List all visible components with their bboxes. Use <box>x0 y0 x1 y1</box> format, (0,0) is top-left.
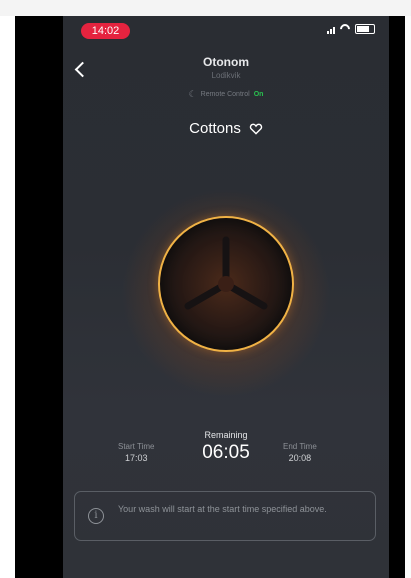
remote-control-status: ☾ Remote Control On <box>63 89 389 100</box>
page-subtitle: Lodikvik <box>211 71 241 80</box>
end-time-block: End Time 20:08 <box>283 442 317 463</box>
program-name: Cottons <box>189 120 241 137</box>
end-time-value: 20:08 <box>288 453 312 463</box>
status-time: 14:02 <box>81 23 130 39</box>
wifi-icon <box>340 24 350 34</box>
start-time-value: 17:03 <box>124 453 148 463</box>
start-notice: i Your wash will start at the start time… <box>74 491 376 541</box>
drum-paddles <box>184 236 268 310</box>
right-edge <box>405 16 411 578</box>
page-title: Otonom <box>203 55 249 69</box>
right-black-band <box>389 16 405 578</box>
drum-visual <box>158 216 294 352</box>
left-black-band <box>15 16 63 578</box>
remaining-label: Remaining <box>204 430 248 440</box>
info-icon: i <box>88 508 104 524</box>
program-row: Cottons <box>63 120 389 137</box>
start-time-block: Start Time 17:03 <box>118 442 154 463</box>
signal-icon <box>327 27 335 34</box>
top-strip <box>0 0 411 16</box>
phone-screen: 14:02 Otonom Lodikvik ☾ Remote Control O… <box>63 16 389 578</box>
status-icons <box>327 24 375 34</box>
remaining-block: Remaining 06:05 <box>181 430 271 464</box>
start-time-label: Start Time <box>118 442 155 451</box>
remote-control-label: Remote Control <box>200 91 250 98</box>
battery-icon <box>355 24 375 34</box>
notice-text: Your wash will start at the start time s… <box>118 504 327 514</box>
remaining-value: 06:05 <box>202 442 250 463</box>
end-time-label: End Time <box>283 442 317 451</box>
remote-icon: ☾ <box>188 89 197 99</box>
remote-control-state: On <box>253 91 264 98</box>
heart-icon[interactable] <box>249 122 263 136</box>
